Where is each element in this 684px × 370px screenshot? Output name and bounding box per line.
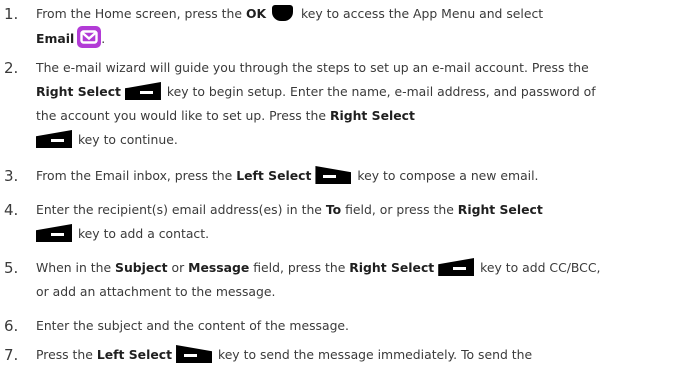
email-app-label: Email <box>36 31 75 46</box>
step-number: 2. <box>4 59 19 77</box>
right-select-key-icon <box>438 258 475 276</box>
step-text: key to begin setup. Enter the name, e-ma… <box>162 84 596 99</box>
step-text: From the Home screen, press the <box>36 6 246 21</box>
step-number: 6. <box>4 317 19 335</box>
step-number: 3. <box>4 167 19 185</box>
step-text: Press the <box>36 347 97 362</box>
right-select-key-icon <box>124 82 161 100</box>
step-number: 4. <box>4 201 19 219</box>
step-number: 5. <box>4 259 19 277</box>
step-number: 1. <box>4 5 19 23</box>
step-text: Enter the recipient(s) email address(es)… <box>36 202 326 217</box>
right-select-label: Right Select <box>349 260 435 275</box>
message-field-label: Message <box>188 260 250 275</box>
left-select-key-icon <box>315 166 352 184</box>
email-app-icon <box>77 26 102 48</box>
step-text: key to send the message immediately. To … <box>214 347 533 362</box>
step-text: When in the <box>36 260 116 275</box>
step-text: field, or press the <box>341 202 458 217</box>
subject-field-label: Subject <box>115 260 168 275</box>
step-text: key to access the App Menu and select <box>297 6 544 21</box>
step-text: key to add a contact. <box>74 226 210 241</box>
step-text: From the Email inbox, press the <box>36 168 237 183</box>
right-select-label: Right Select <box>457 202 543 217</box>
ok-key-label: OK <box>245 6 267 21</box>
right-select-key-icon <box>36 130 72 148</box>
step-text: field, press the <box>249 260 350 275</box>
step-text: the account you would like to set up. Pr… <box>36 108 330 123</box>
ok-key-icon <box>272 5 294 21</box>
to-field-label: To <box>325 202 342 217</box>
step-text: key to add CC/BCC, <box>476 260 601 275</box>
instruction-list: 1. From the Home screen, press the OK ke… <box>0 0 684 370</box>
right-select-label: Right Select <box>36 84 121 99</box>
left-select-label: Left Select <box>96 347 173 362</box>
step-text: Enter the subject and the content of the… <box>36 318 349 333</box>
right-select-label: Right Select <box>329 108 415 123</box>
step-text: The e-mail wizard will guide you through… <box>36 60 589 75</box>
step-text: or add an attachment to the message. <box>36 284 276 299</box>
step-text: or <box>167 260 189 275</box>
step-text: key to continue. <box>74 132 178 147</box>
step-text: key to compose a new email. <box>353 168 539 183</box>
step-number: 7. <box>4 346 19 364</box>
step-text: . <box>101 31 106 46</box>
left-select-key-icon <box>176 345 213 363</box>
right-select-key-icon <box>36 224 72 242</box>
left-select-label: Left Select <box>236 168 312 183</box>
